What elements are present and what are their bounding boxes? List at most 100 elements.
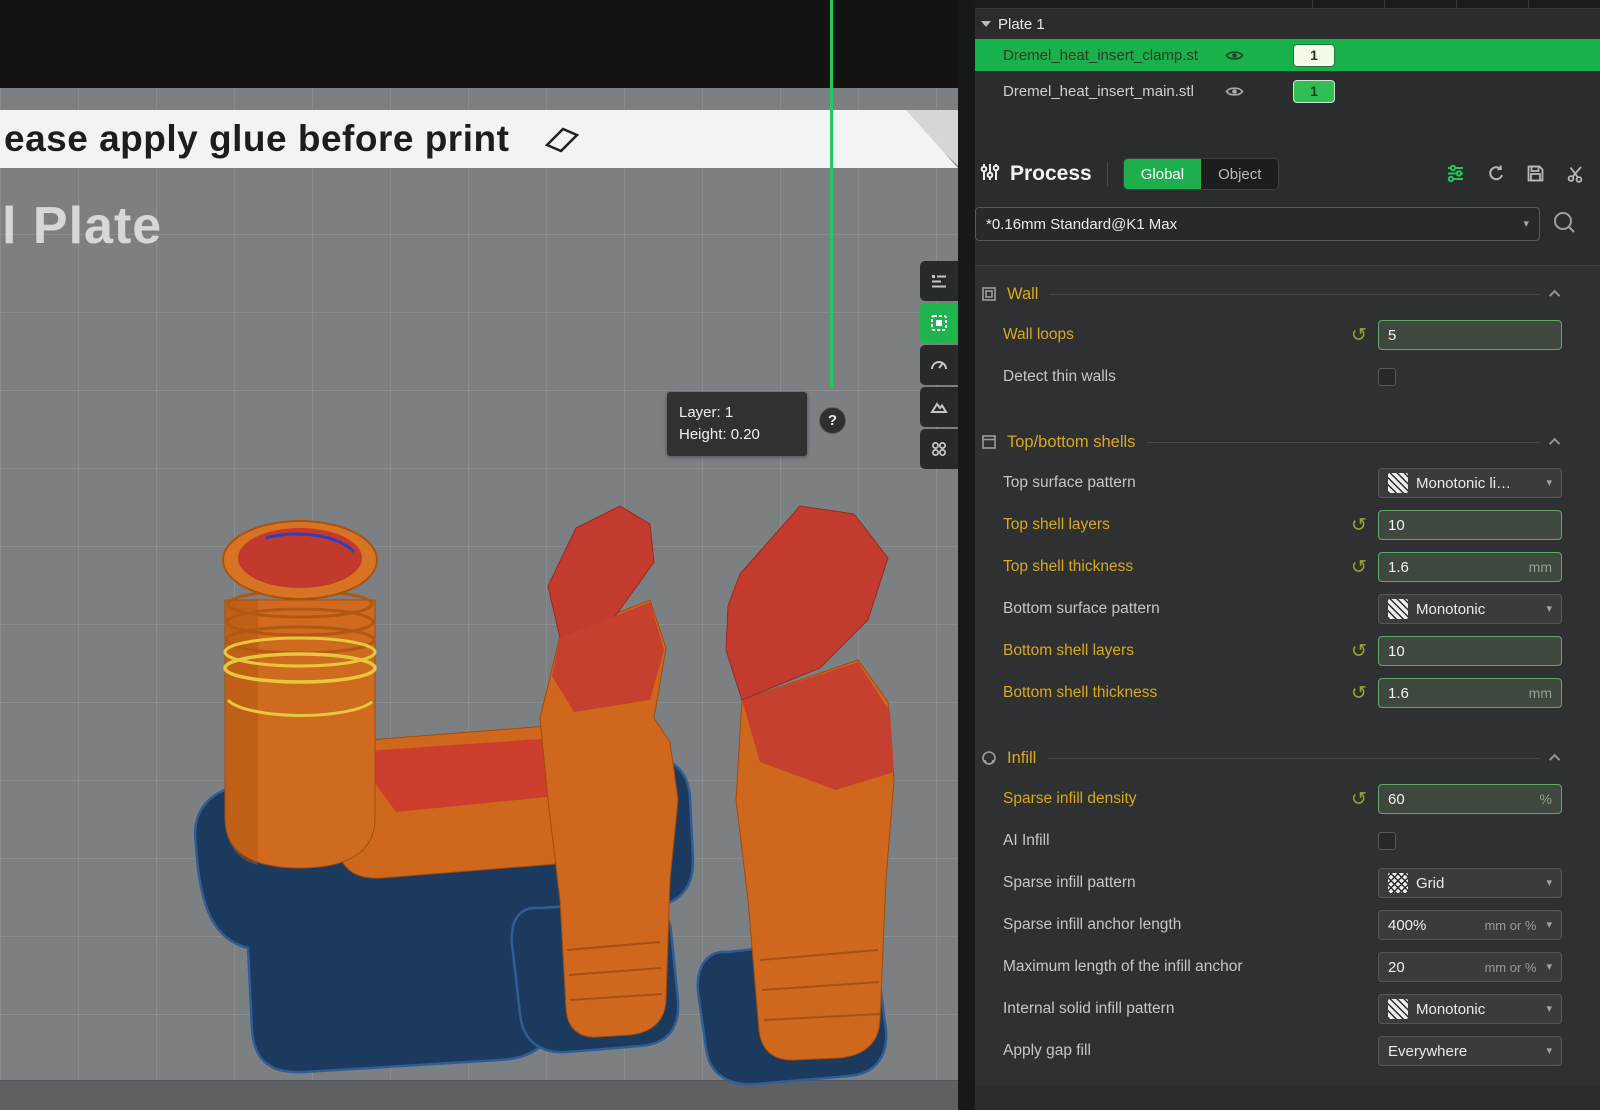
cylinder-top-face — [238, 528, 362, 588]
reset-icon[interactable]: ↺ — [1348, 326, 1370, 345]
row-bottom-surface-pattern: Bottom surface pattern Monotonic ▾ — [975, 588, 1600, 630]
reset-icon[interactable]: ↺ — [1348, 684, 1370, 703]
reset-icon[interactable]: ↺ — [1348, 516, 1370, 535]
speed-gauge-icon[interactable] — [920, 345, 958, 385]
section-title: Infill — [1007, 748, 1037, 767]
viewport-3d[interactable]: ease apply glue before print l Plate Lay… — [0, 0, 958, 1110]
shells-icon — [981, 434, 997, 450]
pattern-swatch-icon — [1388, 599, 1408, 619]
section-wall: Wall — [975, 274, 1600, 314]
collapse-caret-icon[interactable] — [1548, 437, 1561, 450]
section-shells: Top/bottom shells — [975, 422, 1600, 462]
bottom-surface-pattern-select[interactable]: Monotonic ▾ — [1378, 594, 1562, 624]
refresh-icon[interactable] — [1485, 163, 1506, 184]
section-infill: Infill — [975, 738, 1600, 778]
visibility-eye-icon[interactable] — [1225, 49, 1249, 62]
sparse-infill-pattern-select[interactable]: Grid ▾ — [1378, 868, 1562, 898]
object-list-header-strip — [975, 0, 1600, 9]
chevron-down-icon: ▾ — [1546, 918, 1552, 931]
settings-panel: Wall Wall loops ↺ 5 Detect thin walls To… — [975, 265, 1600, 1085]
process-sliders-icon — [979, 161, 1001, 188]
wall-icon — [981, 286, 997, 302]
setting-label: Internal solid infill pattern — [1003, 1000, 1175, 1017]
ai-infill-checkbox[interactable] — [1378, 832, 1396, 850]
setting-label: Detect thin walls — [1003, 368, 1116, 385]
pattern-swatch-icon — [1388, 999, 1408, 1019]
section-rule — [1048, 757, 1540, 759]
row-detect-thin-walls: Detect thin walls — [975, 356, 1600, 398]
collapse-triangle-icon[interactable] — [981, 21, 991, 27]
help-icon[interactable]: ? — [819, 407, 846, 434]
layer-slider-line[interactable] — [830, 0, 833, 388]
section-title: Top/bottom shells — [1007, 432, 1136, 451]
apply-gap-fill-select[interactable]: Everywhere ▾ — [1378, 1036, 1562, 1066]
setting-label: Sparse infill pattern — [1003, 874, 1136, 891]
reset-icon[interactable]: ↺ — [1348, 790, 1370, 809]
chevron-down-icon: ▾ — [1546, 476, 1552, 489]
visibility-eye-icon[interactable] — [1225, 85, 1249, 98]
preset-dropdown[interactable]: *0.16mm Standard@K1 Max ▾ — [975, 207, 1540, 241]
tab-global[interactable]: Global — [1123, 159, 1202, 189]
bottom-shell-thickness-input[interactable]: 1.6 mm — [1378, 678, 1562, 708]
collapse-caret-icon[interactable] — [1548, 753, 1561, 766]
bottom-shell-layers-input[interactable]: 10 — [1378, 636, 1562, 666]
chevron-down-icon: ▾ — [1546, 876, 1552, 889]
max-infill-anchor-input[interactable]: 20 mm or % ▾ — [1378, 952, 1562, 982]
row-sparse-infill-anchor-length: Sparse infill anchor length 400% mm or %… — [975, 904, 1600, 946]
tab-object[interactable]: Object — [1201, 159, 1279, 189]
object-count-badge: 1 — [1293, 43, 1335, 67]
sparse-infill-anchor-length-input[interactable]: 400% mm or % ▾ — [1378, 910, 1562, 940]
row-sparse-infill-pattern: Sparse infill pattern Grid ▾ — [975, 862, 1600, 904]
plate-name-label: l Plate — [2, 197, 163, 255]
section-title: Wall — [1007, 284, 1039, 303]
collapse-caret-icon[interactable] — [1548, 289, 1561, 302]
section-rule — [1147, 441, 1540, 443]
advanced-filter-icon[interactable] — [1445, 163, 1466, 184]
search-icon[interactable] — [1552, 210, 1576, 239]
reset-icon[interactable]: ↺ — [1348, 642, 1370, 661]
setting-label: Top shell thickness — [1003, 558, 1134, 575]
row-top-shell-layers: Top shell layers ↺ 10 — [975, 504, 1600, 546]
row-top-shell-thickness: Top shell thickness ↺ 1.6 mm — [975, 546, 1600, 588]
banner-text: ease apply glue before print — [4, 118, 510, 159]
object-row-main[interactable]: Dremel_heat_insert_main.stl 1 — [975, 75, 1600, 107]
row-wall-loops: Wall loops ↺ 5 — [975, 314, 1600, 356]
first-layer-icon[interactable] — [920, 387, 958, 427]
setting-label: Maximum length of the infill anchor — [1003, 958, 1243, 975]
row-top-surface-pattern: Top surface pattern Monotonic li… ▾ — [975, 462, 1600, 504]
preset-name: *0.16mm Standard@K1 Max — [986, 215, 1178, 233]
object-row-clamp[interactable]: Dremel_heat_insert_clamp.st 1 — [975, 39, 1600, 71]
right-panel: Plate 1 Dremel_heat_insert_clamp.st 1 Dr… — [958, 0, 1600, 1110]
save-icon[interactable] — [1525, 163, 1546, 184]
setting-label: Top surface pattern — [1003, 474, 1136, 491]
preview-mode-icon[interactable] — [920, 303, 958, 343]
glue-eraser-icon — [535, 121, 581, 158]
sparse-infill-density-input[interactable]: 60 % — [1378, 784, 1562, 814]
row-max-infill-anchor: Maximum length of the infill anchor 20 m… — [975, 946, 1600, 988]
top-shell-thickness-input[interactable]: 1.6 mm — [1378, 552, 1562, 582]
chevron-down-icon: ▾ — [1523, 217, 1529, 230]
pattern-swatch-icon — [1388, 473, 1408, 493]
top-surface-pattern-select[interactable]: Monotonic li… ▾ — [1378, 468, 1562, 498]
object-name: Dremel_heat_insert_main.stl — [1003, 82, 1194, 100]
preset-row: *0.16mm Standard@K1 Max ▾ — [975, 207, 1600, 241]
reset-icon[interactable]: ↺ — [1348, 558, 1370, 577]
plate-group-row[interactable]: Plate 1 — [975, 9, 1600, 39]
layer-tooltip: Layer: 1 Height: 0.20 — [667, 392, 807, 456]
row-bottom-shell-layers: Bottom shell layers ↺ 10 — [975, 630, 1600, 672]
object-count-badge: 1 — [1293, 79, 1335, 103]
object-name: Dremel_heat_insert_clamp.st — [1003, 46, 1199, 64]
command-clover-icon[interactable] — [920, 429, 958, 469]
scissors-icon[interactable] — [1565, 163, 1586, 184]
chevron-down-icon: ▾ — [1546, 960, 1552, 973]
row-apply-gap-fill: Apply gap fill Everywhere ▾ — [975, 1030, 1600, 1072]
scope-toggle: Global Object — [1122, 158, 1280, 190]
top-shell-layers-input[interactable]: 10 — [1378, 510, 1562, 540]
plate-group-label: Plate 1 — [998, 15, 1045, 33]
layers-list-icon[interactable] — [920, 261, 958, 301]
internal-solid-infill-pattern-select[interactable]: Monotonic ▾ — [1378, 994, 1562, 1024]
wall-loops-input[interactable]: 5 — [1378, 320, 1562, 350]
detect-thin-walls-checkbox[interactable] — [1378, 368, 1396, 386]
setting-label: AI Infill — [1003, 832, 1050, 849]
setting-label: Bottom shell thickness — [1003, 684, 1158, 701]
